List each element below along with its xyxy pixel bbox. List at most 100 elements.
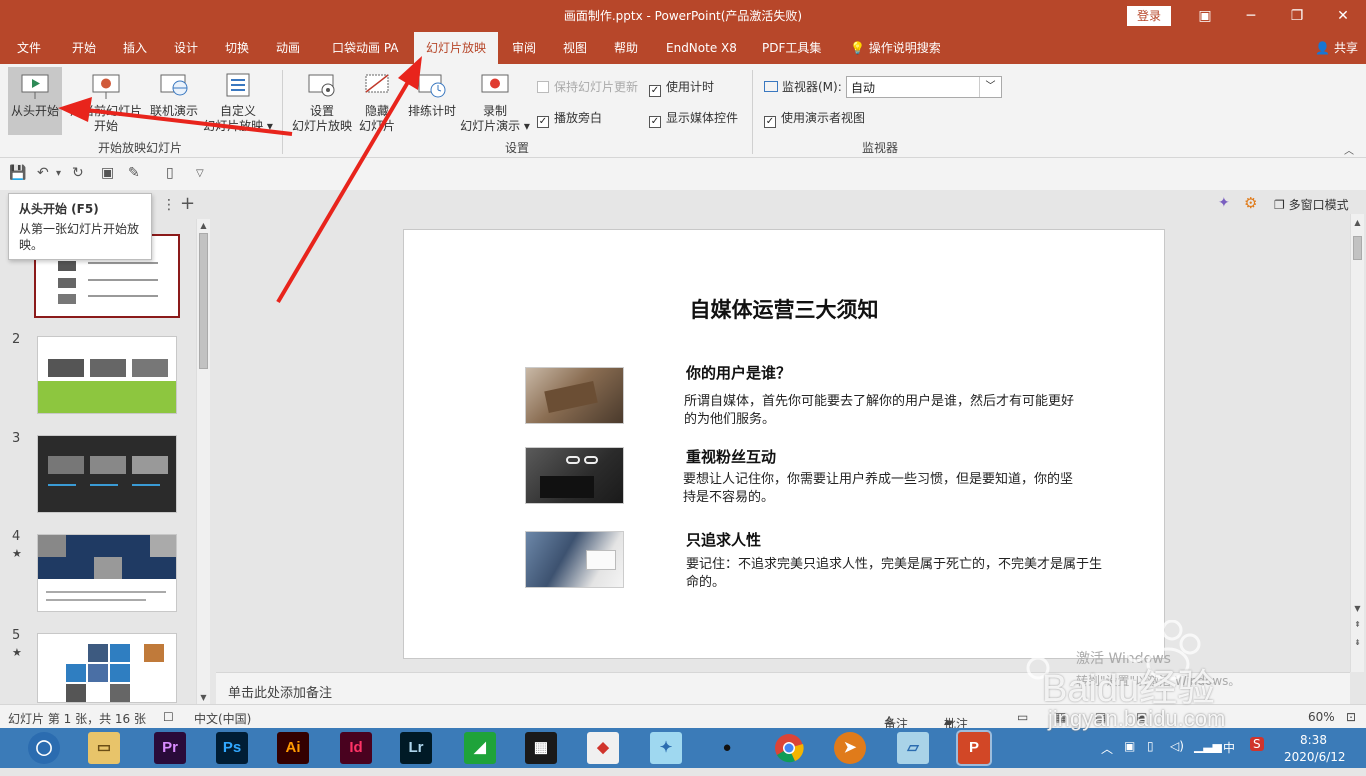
slide-title[interactable]: 自媒体运营三大须知	[404, 294, 1164, 324]
normal-view-icon[interactable]: ▭	[1017, 710, 1028, 724]
new-file-icon[interactable]: ▯	[166, 165, 174, 181]
scrollbar-thumb[interactable]	[1353, 236, 1362, 260]
slide-thumbnail-3[interactable]	[37, 435, 177, 513]
file-explorer-icon[interactable]: ▭	[88, 732, 120, 764]
ribbon-display-icon[interactable]: ▣	[1190, 4, 1220, 28]
record-slideshow-button[interactable]: 录制 幻灯片演示 ▾	[458, 71, 532, 135]
tab-design[interactable]: 设计	[174, 32, 198, 64]
tell-me-search[interactable]: 💡 操作说明搜索	[850, 32, 941, 64]
share-button[interactable]: 👤 共享	[1315, 32, 1358, 64]
green-app-icon[interactable]: ◢	[464, 732, 496, 764]
tab-help[interactable]: 帮助	[614, 32, 638, 64]
scroll-up-icon[interactable]: ▲	[197, 221, 210, 230]
scrollbar-thumb[interactable]	[199, 233, 208, 369]
item-2-body[interactable]: 要想让人记住你，你需要让用户养成一些习惯，但是要知道，你的坚持是不容易的。	[683, 471, 1083, 507]
login-button[interactable]: 登录	[1127, 6, 1171, 26]
battery-icon[interactable]: ▯	[1147, 739, 1154, 753]
monitor-select[interactable]: 自动 ﹀	[846, 76, 1002, 98]
slideshow-icon[interactable]: ▣	[101, 165, 114, 181]
maximize-icon[interactable]: ❐	[1282, 4, 1312, 28]
more-icon[interactable]: ⋮	[162, 197, 176, 213]
settings-gear-icon[interactable]: ⚙	[1244, 194, 1257, 212]
customize-qat-icon[interactable]: ▽	[196, 168, 204, 179]
undo-dropdown-icon[interactable]: ▾	[56, 168, 61, 179]
online-present-button[interactable]: 联机演示	[146, 71, 202, 135]
presenter-view-checkbox[interactable]: ✓ 使用演示者视图	[764, 109, 865, 128]
language-indicator[interactable]: 中文(中国)	[194, 710, 251, 727]
item-1-heading[interactable]: 你的用户是谁？	[686, 362, 791, 383]
tab-slideshow[interactable]: 幻灯片放映	[414, 32, 499, 64]
redo-icon[interactable]: ↻	[72, 165, 84, 181]
clock-date[interactable]: 2020/6/12	[1284, 750, 1346, 764]
multiwindow-button[interactable]: ❐ 多窗口模式	[1274, 196, 1349, 213]
tab-endnote[interactable]: EndNote X8	[666, 32, 737, 64]
qq-icon[interactable]: ●	[711, 732, 743, 764]
item-3-body[interactable]: 要记住：不追求完美只追求人性，完美是属于死亡的，不完美才是属于生命的。	[686, 556, 1106, 592]
chrome-icon[interactable]	[773, 732, 805, 764]
keep-slides-updated-checkbox[interactable]: 保持幻灯片更新	[537, 78, 638, 95]
from-beginning-button[interactable]: 从头开始	[8, 67, 62, 135]
clock-time[interactable]: 8:38	[1300, 733, 1327, 747]
setup-slideshow-button[interactable]: 设置 幻灯片放映	[290, 71, 354, 135]
from-current-button[interactable]: 从当前幻灯片 开始	[70, 71, 142, 135]
illustrator-icon[interactable]: Ai	[277, 732, 309, 764]
volume-icon[interactable]: ◁)	[1170, 739, 1184, 753]
accessibility-icon[interactable]: ☐	[163, 710, 174, 724]
slide-canvas[interactable]: 自媒体运营三大须知 你的用户是谁？ 所谓自媒体，首先你可能要去了解你的用户是谁，…	[403, 229, 1165, 659]
tab-pocket-animation[interactable]: 口袋动画 PA	[332, 32, 399, 64]
glasses-photo[interactable]	[525, 447, 624, 504]
scroll-up-icon[interactable]: ▲	[1351, 218, 1364, 227]
tab-home[interactable]: 开始	[72, 32, 96, 64]
notebook-photo[interactable]	[525, 367, 624, 424]
thumbnail-scrollbar[interactable]: ▲ ▼	[196, 219, 210, 704]
designer-icon[interactable]: ✦	[1218, 195, 1230, 211]
close-icon[interactable]: ✕	[1328, 4, 1358, 28]
powerpoint-icon[interactable]: P	[956, 730, 992, 766]
writing-photo[interactable]	[525, 531, 624, 588]
slide-thumbnail-2[interactable]	[37, 336, 177, 414]
photoshop-icon[interactable]: Ps	[216, 732, 248, 764]
scroll-down-icon[interactable]: ▼	[1351, 604, 1364, 613]
show-media-controls-checkbox[interactable]: ✓ 显示媒体控件	[649, 109, 738, 128]
previous-slide-icon[interactable]: ⇞	[1351, 620, 1364, 629]
tab-review[interactable]: 审阅	[512, 32, 536, 64]
tray-app-icon[interactable]: ▣	[1124, 739, 1135, 753]
save-icon[interactable]: 💾	[9, 165, 26, 181]
slide-thumbnail-4[interactable]	[37, 534, 177, 612]
draw-icon[interactable]: ✎	[128, 165, 140, 181]
tab-view[interactable]: 视图	[563, 32, 587, 64]
zoom-level[interactable]: 60%	[1308, 710, 1335, 724]
tab-transitions[interactable]: 切换	[225, 32, 249, 64]
next-slide-icon[interactable]: ⇟	[1351, 638, 1364, 647]
tab-insert[interactable]: 插入	[123, 32, 147, 64]
tab-animations[interactable]: 动画	[276, 32, 300, 64]
ime-indicator[interactable]: 中	[1223, 739, 1235, 756]
indesign-icon[interactable]: Id	[340, 732, 372, 764]
tab-pdf-tools[interactable]: PDF工具集	[762, 32, 821, 64]
scroll-down-icon[interactable]: ▼	[197, 693, 210, 702]
item-3-heading[interactable]: 只追求人性	[686, 529, 761, 550]
bird-app-icon[interactable]: ✦	[650, 732, 682, 764]
sogou-icon[interactable]: S	[1250, 737, 1264, 751]
video-editor-icon[interactable]: ▦	[525, 732, 557, 764]
undo-icon[interactable]: ↶	[37, 165, 49, 181]
custom-slideshow-button[interactable]: 自定义 幻灯片放映 ▾	[202, 71, 274, 135]
tab-file[interactable]: 文件	[17, 32, 41, 64]
fit-slide-icon[interactable]: ⊡	[1346, 710, 1356, 724]
add-icon[interactable]: +	[180, 193, 195, 214]
lightroom-icon[interactable]: Lr	[400, 732, 432, 764]
tray-expand-icon[interactable]: ︿	[1101, 740, 1113, 757]
hide-slide-button[interactable]: 隐藏 幻灯片	[356, 71, 398, 135]
minimize-icon[interactable]: ─	[1236, 4, 1266, 28]
red-swirl-app-icon[interactable]: ◆	[587, 732, 619, 764]
editor-scrollbar[interactable]: ▲ ▼ ⇞ ⇟	[1350, 214, 1364, 672]
item-2-heading[interactable]: 重视粉丝互动	[686, 446, 776, 467]
play-narrations-checkbox[interactable]: ✓ 播放旁白	[537, 109, 602, 128]
premiere-icon[interactable]: Pr	[154, 732, 186, 764]
collapse-ribbon-icon[interactable]: ︿	[1344, 142, 1354, 157]
browser-360-icon[interactable]: ◯	[28, 732, 60, 764]
item-1-body[interactable]: 所谓自媒体，首先你可能要去了解你的用户是谁，然后才有可能更好的为他们服务。	[684, 393, 1084, 429]
tablet-app-icon[interactable]: ▱	[897, 732, 929, 764]
rehearse-timings-button[interactable]: 排练计时	[404, 71, 460, 135]
use-timings-checkbox[interactable]: ✓ 使用计时	[649, 78, 714, 97]
